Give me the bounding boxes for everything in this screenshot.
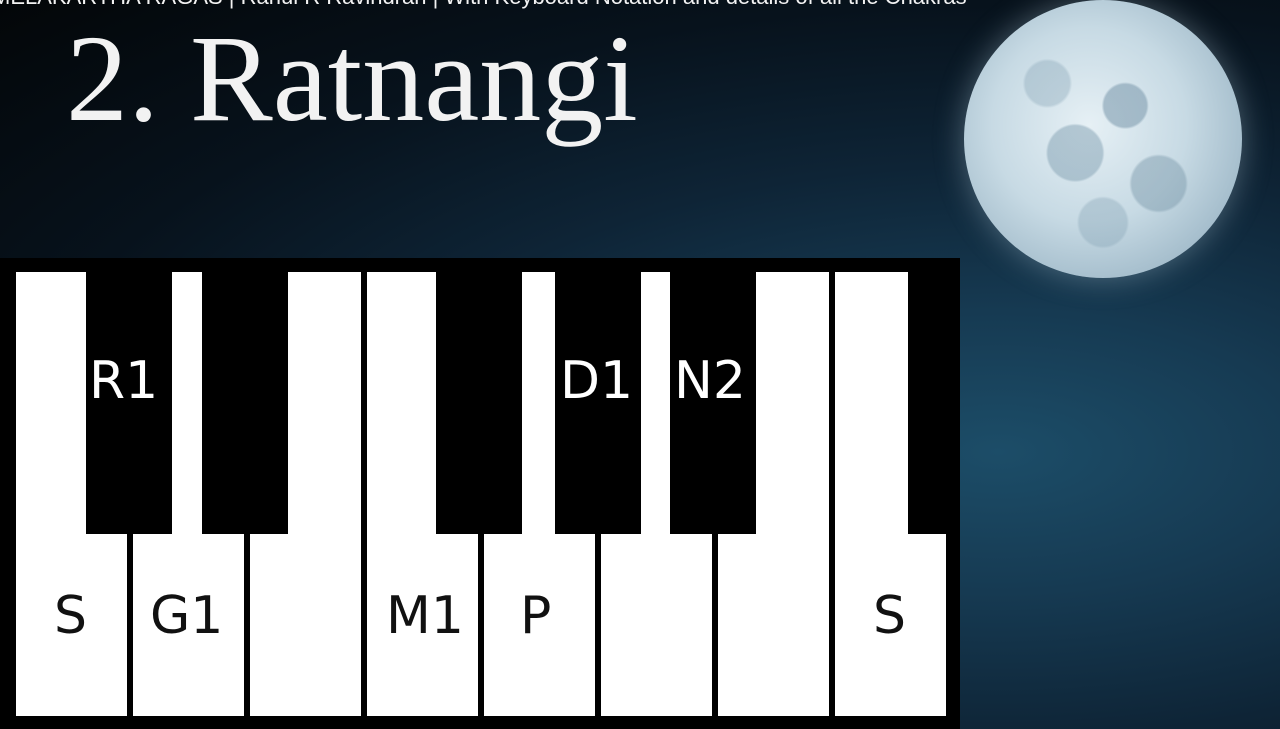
black-key-label-r1: R1: [89, 351, 159, 411]
black-key-label-d1: D1: [560, 351, 634, 411]
white-key-label-s-high: S: [873, 586, 907, 646]
raga-title: 2. Ratnangi: [66, 10, 638, 147]
moon-image: [964, 0, 1242, 278]
white-key-label-g1: G1: [150, 586, 224, 646]
black-key-6[interactable]: [908, 272, 960, 534]
keyboard: R1 D1 N2 S G1 M1 P S: [0, 258, 960, 729]
black-key-label-n2: N2: [674, 351, 746, 411]
black-key-2[interactable]: [202, 272, 288, 534]
white-key-label-p: P: [520, 586, 552, 646]
white-key-label-s-low: S: [54, 586, 88, 646]
white-key-label-m1: M1: [386, 586, 464, 646]
black-key-3[interactable]: [436, 272, 522, 534]
